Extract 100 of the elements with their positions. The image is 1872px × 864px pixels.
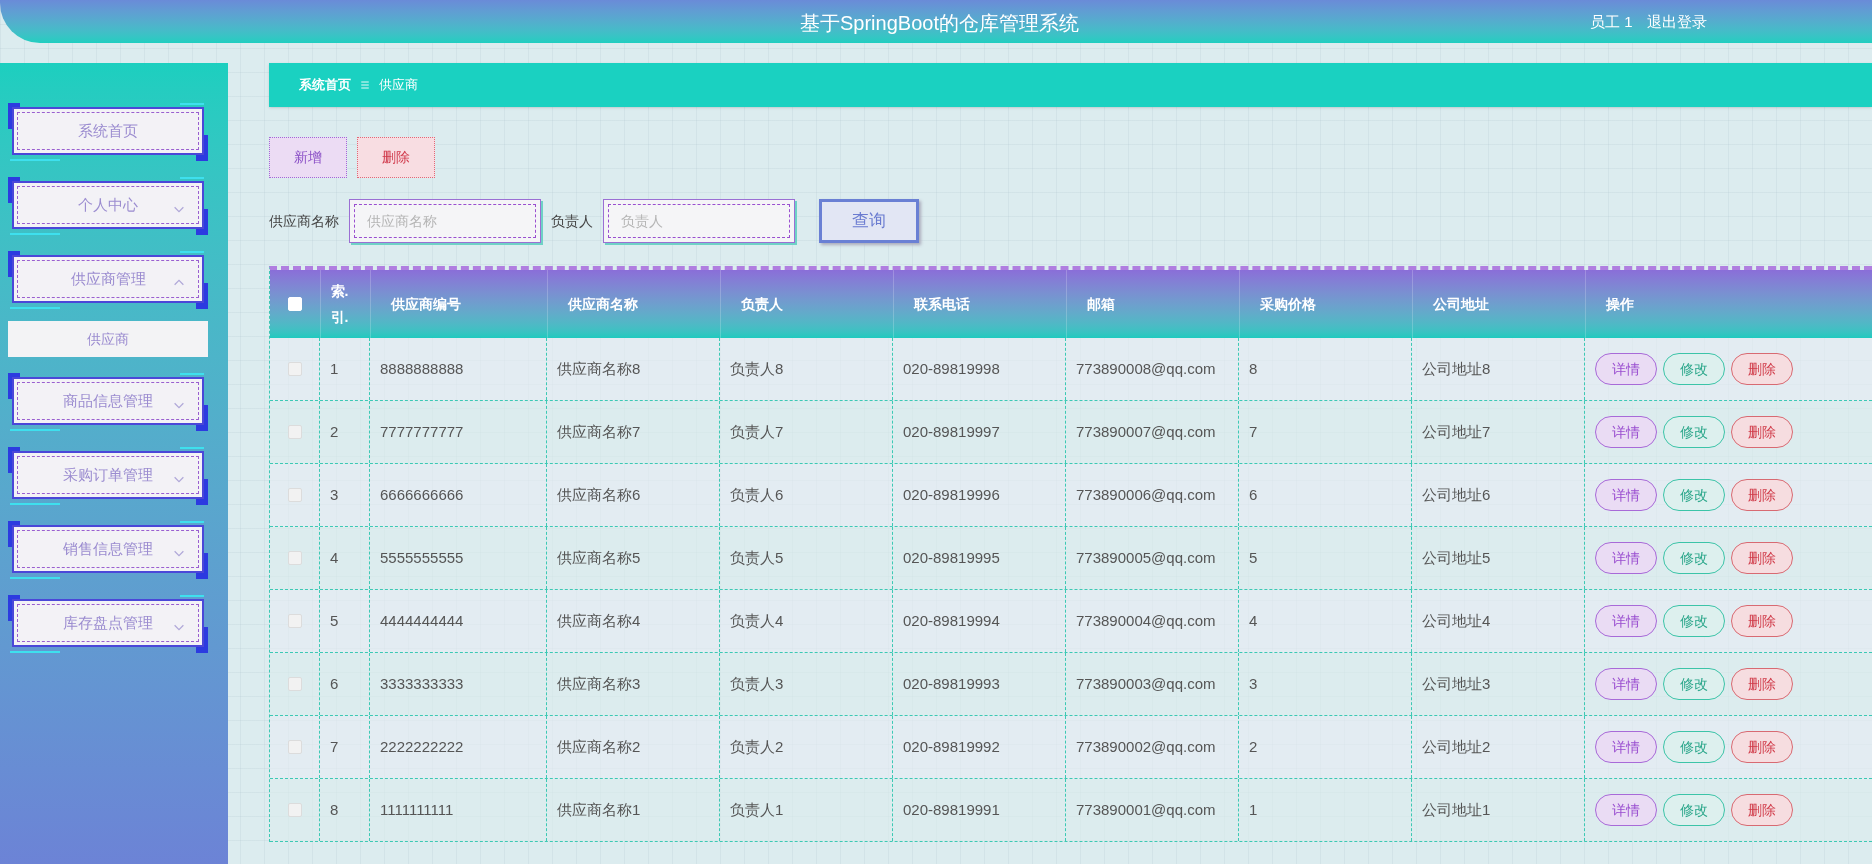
column-header: 邮箱 (1087, 294, 1115, 314)
table-cell-text: 7777777777 (380, 421, 464, 442)
search-field[interactable]: 供应商名称 (349, 199, 541, 243)
table-cell-text: 7 (1249, 421, 1258, 442)
breadcrumb-link[interactable]: 供应商 (379, 75, 418, 95)
table-cell-text: 773890004@qq.com (1076, 610, 1216, 631)
row-checkbox[interactable] (287, 803, 302, 817)
table-cell-text: 2 (1249, 736, 1258, 757)
table-cell-text: 公司地址6 (1422, 484, 1491, 505)
table-cell-text: 3 (1249, 673, 1258, 694)
table-cell-text: 供应商名称8 (557, 358, 641, 379)
logout-link[interactable]: 退出登录 (1647, 11, 1707, 34)
column-header: 联系电话 (914, 294, 970, 314)
table-cell-text: 负责人4 (730, 610, 784, 631)
delete-button[interactable]: 删除 (1731, 668, 1793, 700)
row-checkbox[interactable] (287, 425, 302, 439)
delete-button[interactable]: 删除 (1731, 794, 1793, 826)
table-cell-text: 020-89819997 (903, 421, 1000, 442)
column-header: 采购价格 (1260, 294, 1316, 314)
delete-button[interactable]: 删除 (357, 137, 435, 178)
delete-button[interactable]: 删除 (1731, 605, 1793, 637)
column-header: 供应商编号 (391, 294, 461, 314)
edit-button[interactable]: 修改 (1663, 416, 1725, 448)
details-button[interactable]: 详情 (1595, 731, 1657, 763)
edit-button[interactable]: 修改 (1663, 542, 1725, 574)
column-header: 供应商名称 (568, 294, 638, 314)
table-cell-text: 供应商名称2 (557, 736, 641, 757)
table-cell-text: 公司地址2 (1422, 736, 1491, 757)
field-label: 供应商名称 (269, 211, 339, 231)
breadcrumb-link[interactable]: 系统首页 (299, 75, 351, 95)
edit-button[interactable]: 修改 (1663, 479, 1725, 511)
table-cell-text: 供应商名称1 (557, 799, 641, 820)
table-cell-text: 负责人2 (730, 736, 784, 757)
row-checkbox[interactable] (287, 551, 302, 565)
table-cell-text: 020-89819994 (903, 610, 1000, 631)
edit-button[interactable]: 修改 (1663, 668, 1725, 700)
table-cell-text: 负责人3 (730, 673, 784, 694)
delete-button[interactable]: 删除 (1731, 416, 1793, 448)
table-cell-text: 3333333333 (380, 673, 464, 694)
column-header: 公司地址 (1433, 294, 1489, 314)
table-cell-text: 773890007@qq.com (1076, 421, 1216, 442)
table-cell-text: 5555555555 (380, 547, 464, 568)
table-cell-text: 负责人1 (730, 799, 784, 820)
search-button[interactable]: 查询 (819, 199, 919, 243)
details-button[interactable]: 详情 (1595, 542, 1657, 574)
details-button[interactable]: 详情 (1595, 668, 1657, 700)
table-cell-text: 负责人5 (730, 547, 784, 568)
delete-button[interactable]: 删除 (1731, 542, 1793, 574)
delete-button[interactable]: 删除 (1731, 731, 1793, 763)
column-header: 操作 (1606, 294, 1634, 314)
delete-button[interactable]: 删除 (1731, 479, 1793, 511)
details-button[interactable]: 详情 (1595, 416, 1657, 448)
table-cell-text: 5 (1249, 547, 1258, 568)
table-cell-text: 6666666666 (380, 484, 464, 505)
table-cell-text: 负责人7 (730, 421, 784, 442)
column-header: 索.引. (330, 282, 350, 327)
table-cell-text: 773890002@qq.com (1076, 736, 1216, 757)
edit-button[interactable]: 修改 (1663, 794, 1725, 826)
edit-button[interactable]: 修改 (1663, 353, 1725, 385)
table-cell-text: 公司地址5 (1422, 547, 1491, 568)
table-cell-text: 773890005@qq.com (1076, 547, 1216, 568)
search-field[interactable]: 负责人 (603, 199, 795, 243)
table-cell-text: 773890006@qq.com (1076, 484, 1216, 505)
submenu-item[interactable]: 供应商 (8, 321, 208, 357)
table-cell-text: 公司地址8 (1422, 358, 1491, 379)
table-cell-text: 020-89819991 (903, 799, 1000, 820)
details-button[interactable]: 详情 (1595, 479, 1657, 511)
details-button[interactable]: 详情 (1595, 794, 1657, 826)
table-cell-text: 2 (330, 421, 339, 442)
table-cell-text: 公司地址1 (1422, 799, 1491, 820)
table-cell-text: 供应商名称5 (557, 547, 641, 568)
table-cell-text: 3 (330, 484, 339, 505)
row-checkbox[interactable] (287, 677, 302, 691)
details-button[interactable]: 详情 (1595, 605, 1657, 637)
table-cell-text: 020-89819998 (903, 358, 1000, 379)
table-cell-text: 公司地址4 (1422, 610, 1491, 631)
delete-button[interactable]: 删除 (1731, 353, 1793, 385)
table-cell-text: 4 (1249, 610, 1258, 631)
details-button[interactable]: 详情 (1595, 353, 1657, 385)
select-all-checkbox[interactable] (288, 297, 302, 311)
table-cell-text: 负责人8 (730, 358, 784, 379)
table-cell-text: 5 (330, 610, 339, 631)
table-cell-text: 供应商名称7 (557, 421, 641, 442)
column-header: 负责人 (741, 294, 783, 314)
edit-button[interactable]: 修改 (1663, 605, 1725, 637)
table-cell-text: 020-89819993 (903, 673, 1000, 694)
table-cell-text: 020-89819995 (903, 547, 1000, 568)
user-name: 员工 1 (1590, 12, 1633, 32)
table-cell-text: 负责人6 (730, 484, 784, 505)
app-title: 基于SpringBoot的仓库管理系统 (800, 11, 1079, 36)
table-cell-text: 773890003@qq.com (1076, 673, 1216, 694)
edit-button[interactable]: 修改 (1663, 731, 1725, 763)
table-cell-text: 7 (330, 736, 339, 757)
table-cell-text: 8 (1249, 358, 1258, 379)
add-button[interactable]: 新增 (269, 137, 347, 178)
table-cell-text: 公司地址7 (1422, 421, 1491, 442)
table-cell-text: 供应商名称4 (557, 610, 641, 631)
table-cell-text: 773890001@qq.com (1076, 799, 1216, 820)
table-cell-text: 8888888888 (380, 358, 464, 379)
table-cell-text: 6 (1249, 484, 1258, 505)
